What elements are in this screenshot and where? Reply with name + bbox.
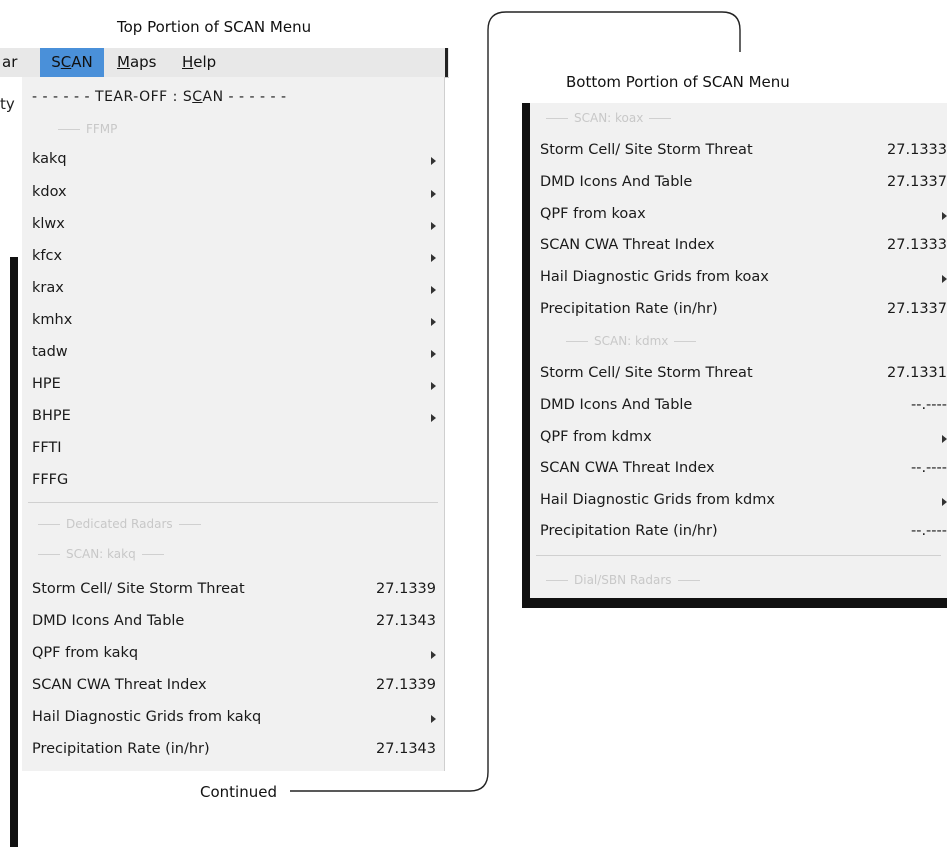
- menu-item-kakq[interactable]: kakq: [22, 145, 444, 177]
- scan-menu-bottom: SCAN: koax Storm Cell/ Site Storm Threat…: [530, 103, 947, 598]
- submenu-arrow-icon: [431, 157, 436, 165]
- menu-item-tadw[interactable]: tadw: [22, 338, 444, 370]
- menu-item-koax-storm-cell[interactable]: Storm Cell/ Site Storm Threat 27.1333: [530, 136, 947, 168]
- menu-item-kdox[interactable]: kdox: [22, 178, 444, 210]
- section-header-ffmp: FFMP: [52, 122, 117, 136]
- section-header-scan-kakq: SCAN: kakq: [32, 547, 170, 561]
- submenu-arrow-icon: [942, 212, 947, 220]
- section-header-dedicated-radars: Dedicated Radars: [32, 517, 207, 531]
- menubar: ar SCAN Maps Help: [0, 48, 449, 78]
- submenu-arrow-icon: [431, 318, 436, 326]
- submenu-arrow-icon: [431, 715, 436, 723]
- menu-item-kakq-dmd[interactable]: DMD Icons And Table 27.1343: [22, 607, 444, 639]
- menu-item-kdmx-dmd[interactable]: DMD Icons And Table --.----: [530, 391, 947, 423]
- menubar-item-help[interactable]: Help: [182, 48, 216, 77]
- section-header-dial-radars: Dial/SBN Radars: [540, 573, 706, 587]
- bottom-menu-left-border: [522, 103, 530, 603]
- menu-item-ffti[interactable]: FFTI: [22, 434, 444, 466]
- tearoff-label: - - - - - - TEAR-OFF : SCAN - - - - - -: [32, 89, 287, 105]
- background-window-strip: ty: [0, 77, 22, 847]
- menubar-item-maps[interactable]: Maps: [117, 48, 156, 77]
- menu-item-kakq-precip-rate[interactable]: Precipitation Rate (in/hr) 27.1343: [22, 735, 444, 767]
- menu-item-krax[interactable]: krax: [22, 274, 444, 306]
- submenu-arrow-icon: [431, 414, 436, 422]
- submenu-arrow-icon: [431, 254, 436, 262]
- menu-item-koax-precip-rate[interactable]: Precipitation Rate (in/hr) 27.1337: [530, 295, 947, 327]
- menu-item-kdmx-storm-cell[interactable]: Storm Cell/ Site Storm Threat 27.1331: [530, 359, 947, 391]
- continued-caption: Continued: [200, 783, 277, 801]
- submenu-arrow-icon: [942, 275, 947, 283]
- background-window-border: [10, 257, 18, 847]
- background-window-text: ty: [0, 95, 15, 113]
- menu-separator: [536, 555, 941, 556]
- scan-menu-top: - - - - - - TEAR-OFF : SCAN - - - - - - …: [22, 77, 445, 771]
- menu-item-kdmx-hail[interactable]: Hail Diagnostic Grids from kdmx: [530, 486, 947, 518]
- submenu-arrow-icon: [942, 498, 947, 506]
- menubar-item-scan[interactable]: SCAN: [40, 48, 104, 77]
- menu-item-koax-hail[interactable]: Hail Diagnostic Grids from koax: [530, 263, 947, 295]
- menu-separator: [28, 502, 438, 503]
- menu-item-koax-qpf[interactable]: QPF from koax: [530, 200, 947, 232]
- menu-item-kakq-storm-cell[interactable]: Storm Cell/ Site Storm Threat 27.1339: [22, 575, 444, 607]
- menu-item-kakq-qpf[interactable]: QPF from kakq: [22, 639, 444, 671]
- bottom-menu-bottom-border: [522, 598, 947, 608]
- menu-item-kakq-hail[interactable]: Hail Diagnostic Grids from kakq: [22, 703, 444, 735]
- submenu-arrow-icon: [942, 435, 947, 443]
- section-header-scan-koax: SCAN: koax: [540, 111, 677, 125]
- menu-item-koax-cwa-threat[interactable]: SCAN CWA Threat Index 27.1333: [530, 231, 947, 263]
- menu-item-klwx[interactable]: klwx: [22, 210, 444, 242]
- submenu-arrow-icon: [431, 286, 436, 294]
- menu-item-kdmx-qpf[interactable]: QPF from kdmx: [530, 423, 947, 455]
- submenu-arrow-icon: [431, 190, 436, 198]
- menu-item-kmhx[interactable]: kmhx: [22, 306, 444, 338]
- menu-item-fffg[interactable]: FFFG: [22, 466, 444, 498]
- menu-item-bhpe[interactable]: BHPE: [22, 402, 444, 434]
- menu-item-koax-dmd[interactable]: DMD Icons And Table 27.1337: [530, 168, 947, 200]
- bottom-portion-caption: Bottom Portion of SCAN Menu: [566, 73, 790, 91]
- top-portion-caption: Top Portion of SCAN Menu: [117, 18, 312, 36]
- submenu-arrow-icon: [431, 651, 436, 659]
- menu-item-hpe[interactable]: HPE: [22, 370, 444, 402]
- menubar-edge: [445, 48, 448, 77]
- submenu-arrow-icon: [431, 350, 436, 358]
- menubar-item-partial[interactable]: ar: [0, 48, 32, 77]
- section-header-scan-kdmx: SCAN: kdmx: [560, 334, 702, 348]
- menu-item-kdmx-cwa-threat[interactable]: SCAN CWA Threat Index --.----: [530, 454, 947, 486]
- submenu-arrow-icon: [431, 222, 436, 230]
- menu-item-kakq-cwa-threat[interactable]: SCAN CWA Threat Index 27.1339: [22, 671, 444, 703]
- submenu-arrow-icon: [431, 382, 436, 390]
- menu-item-kdmx-precip-rate[interactable]: Precipitation Rate (in/hr) --.----: [530, 517, 947, 549]
- tearoff-item[interactable]: - - - - - - TEAR-OFF : SCAN - - - - - -: [22, 81, 444, 113]
- menu-item-kfcx[interactable]: kfcx: [22, 242, 444, 274]
